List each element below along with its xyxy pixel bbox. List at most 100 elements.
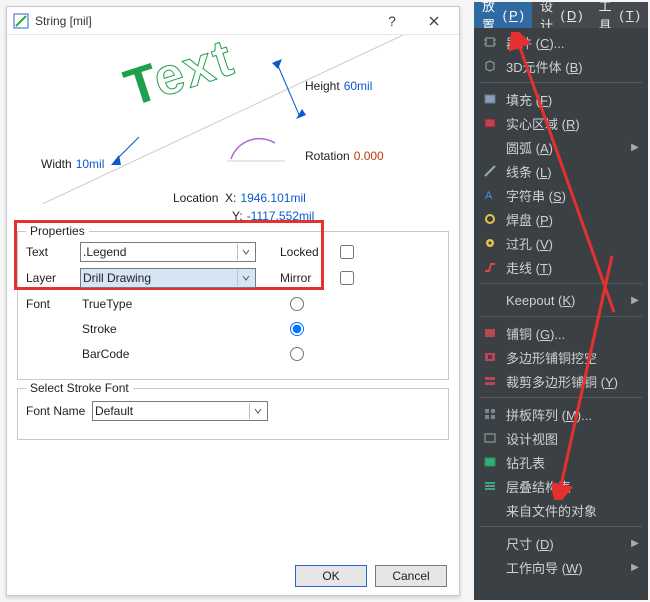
- fontname-select[interactable]: Default: [92, 401, 268, 421]
- locked-label: Locked: [280, 245, 334, 259]
- fill-icon: [482, 91, 498, 107]
- menubar-tools[interactable]: 工具 (T): [591, 2, 648, 28]
- polyslice-icon: [482, 373, 498, 389]
- fontname-value: Default: [95, 404, 133, 418]
- menu-separator: [480, 397, 642, 398]
- help-button[interactable]: ?: [371, 7, 413, 35]
- menu-item-dimension[interactable]: 尺寸 (D) ▶: [474, 531, 648, 555]
- menu-item-stack[interactable]: 层叠结构表: [474, 474, 648, 498]
- width-dimension-icon: [109, 131, 149, 171]
- blank-icon: [482, 139, 498, 155]
- menu-item-label: 走线 (T): [506, 258, 622, 277]
- menubar-place[interactable]: 放置 (P): [474, 2, 532, 28]
- window-title: String [mil]: [35, 14, 92, 28]
- location-x-value: 1946.101mil: [240, 191, 305, 205]
- ok-button[interactable]: OK: [295, 565, 367, 587]
- layer-select[interactable]: Drill Drawing: [80, 268, 256, 288]
- menu-item-polyslice[interactable]: 裁剪多边形铺铜 (Y): [474, 369, 648, 393]
- drill-icon: [482, 454, 498, 470]
- blank-icon: [482, 502, 498, 518]
- menu-item-label: 器件 (C)...: [506, 33, 622, 52]
- menu-item-embarr[interactable]: 拼板阵列 (M)...: [474, 402, 648, 426]
- location-label: Location X:1946.101mil: [173, 191, 306, 205]
- menu-item-pad[interactable]: 焊盘 (P): [474, 207, 648, 231]
- menu-item-label: 字符串 (S): [506, 186, 622, 205]
- chevron-down-icon: [249, 403, 265, 419]
- dialog-body: Text Height60mil Width10mil: [7, 35, 459, 555]
- menu-item-workguides[interactable]: 工作向导 (W) ▶: [474, 555, 648, 579]
- locked-checkbox[interactable]: [340, 245, 354, 259]
- string-properties-dialog: String [mil] ? Text: [6, 6, 460, 596]
- polycut-icon: [482, 349, 498, 365]
- location-y-value: -1117.552mil: [247, 209, 315, 223]
- track-icon: [482, 259, 498, 275]
- width-value: 10mil: [76, 157, 105, 171]
- menu-item-designview[interactable]: 设计视图: [474, 426, 648, 450]
- height-value: 60mil: [344, 79, 373, 93]
- font-stroke-radio[interactable]: [290, 322, 304, 336]
- menu-item-drilltable[interactable]: 钻孔表: [474, 450, 648, 474]
- properties-group: Properties Text .Legend Locked Layer Dri…: [17, 231, 449, 380]
- menu-item-label: 多边形铺铜挖空: [506, 348, 622, 367]
- menu-body: 器件 (C)... 3D元件体 (B) 填充 (F) 实心区域 (R) 圆弧 (…: [474, 28, 648, 600]
- rotation-value: 0.000: [354, 149, 384, 163]
- poly-icon: [482, 325, 498, 341]
- menu-separator: [480, 526, 642, 527]
- close-button[interactable]: [413, 7, 455, 35]
- menu-item-label: 尺寸 (D): [506, 534, 622, 553]
- font-option-truetype: TrueType: [80, 297, 256, 311]
- chevron-right-icon: ▶: [630, 538, 640, 549]
- font-truetype-radio[interactable]: [290, 297, 304, 311]
- chevron-down-icon: [237, 270, 253, 286]
- font-option-stroke: Stroke: [80, 322, 256, 336]
- menu-item-label: 实心区域 (R): [506, 114, 622, 133]
- cpu-icon: [482, 34, 498, 50]
- menu-item-via[interactable]: 过孔 (V): [474, 231, 648, 255]
- menu-item-string[interactable]: A 字符串 (S): [474, 183, 648, 207]
- rotation-arc-icon: [227, 129, 287, 169]
- layer-row: Layer Drill Drawing Mirror: [26, 266, 440, 290]
- menu-item-track[interactable]: 走线 (T): [474, 255, 648, 279]
- menu-item-polycut[interactable]: 多边形铺铜挖空: [474, 345, 648, 369]
- font-label: Font: [26, 297, 80, 311]
- rotation-label: Rotation0.000: [305, 149, 384, 163]
- menu-item-line[interactable]: 线条 (L): [474, 159, 648, 183]
- dialog-footer: OK Cancel: [7, 555, 459, 595]
- text-row: Text .Legend Locked: [26, 240, 440, 264]
- menu-item-solidregion[interactable]: 实心区域 (R): [474, 111, 648, 135]
- menu-item-fill[interactable]: 填充 (F): [474, 87, 648, 111]
- menu-item-3dbody[interactable]: 3D元件体 (B): [474, 54, 648, 78]
- text-value: .Legend: [83, 245, 126, 259]
- menu-item-fromfile[interactable]: 来自文件的对象: [474, 498, 648, 522]
- string-preview: Text Height60mil Width10mil: [17, 39, 449, 227]
- menu-item-label: 层叠结构表: [506, 477, 622, 496]
- menu-item-label: 过孔 (V): [506, 234, 622, 253]
- menu-separator: [480, 316, 642, 317]
- mirror-checkbox[interactable]: [340, 271, 354, 285]
- menu-item-arc[interactable]: 圆弧 (A) ▶: [474, 135, 648, 159]
- menu-item-label: 裁剪多边形铺铜 (Y): [506, 372, 622, 391]
- text-label: Text: [26, 245, 80, 259]
- blank-icon: [482, 535, 498, 551]
- menu-item-keepout[interactable]: Keepout (K) ▶: [474, 288, 648, 312]
- font-barcode-radio[interactable]: [290, 347, 304, 361]
- font-barcode-row: BarCode: [26, 342, 440, 366]
- stroke-font-group: Select Stroke Font Font Name Default: [17, 388, 449, 440]
- font-option-barcode: BarCode: [80, 347, 256, 361]
- menu-item-label: 3D元件体 (B): [506, 57, 622, 76]
- body3d-icon: [482, 58, 498, 74]
- layer-value: Drill Drawing: [83, 271, 151, 285]
- menu-item-label: 钻孔表: [506, 453, 622, 472]
- sample-text-icon: Text: [117, 35, 241, 119]
- menu-item-polygon[interactable]: 铺铜 (G)...: [474, 321, 648, 345]
- menubar-design[interactable]: 设计 (D): [532, 2, 591, 28]
- titlebar: String [mil] ?: [7, 7, 459, 35]
- view-icon: [482, 430, 498, 446]
- menu-item-component[interactable]: 器件 (C)...: [474, 30, 648, 54]
- text-select[interactable]: .Legend: [80, 242, 256, 262]
- cancel-button[interactable]: Cancel: [375, 565, 447, 587]
- svg-text:A: A: [485, 190, 493, 202]
- menu-item-label: 线条 (L): [506, 162, 622, 181]
- font-stroke-row: Stroke: [26, 317, 440, 341]
- chevron-down-icon: [237, 244, 253, 260]
